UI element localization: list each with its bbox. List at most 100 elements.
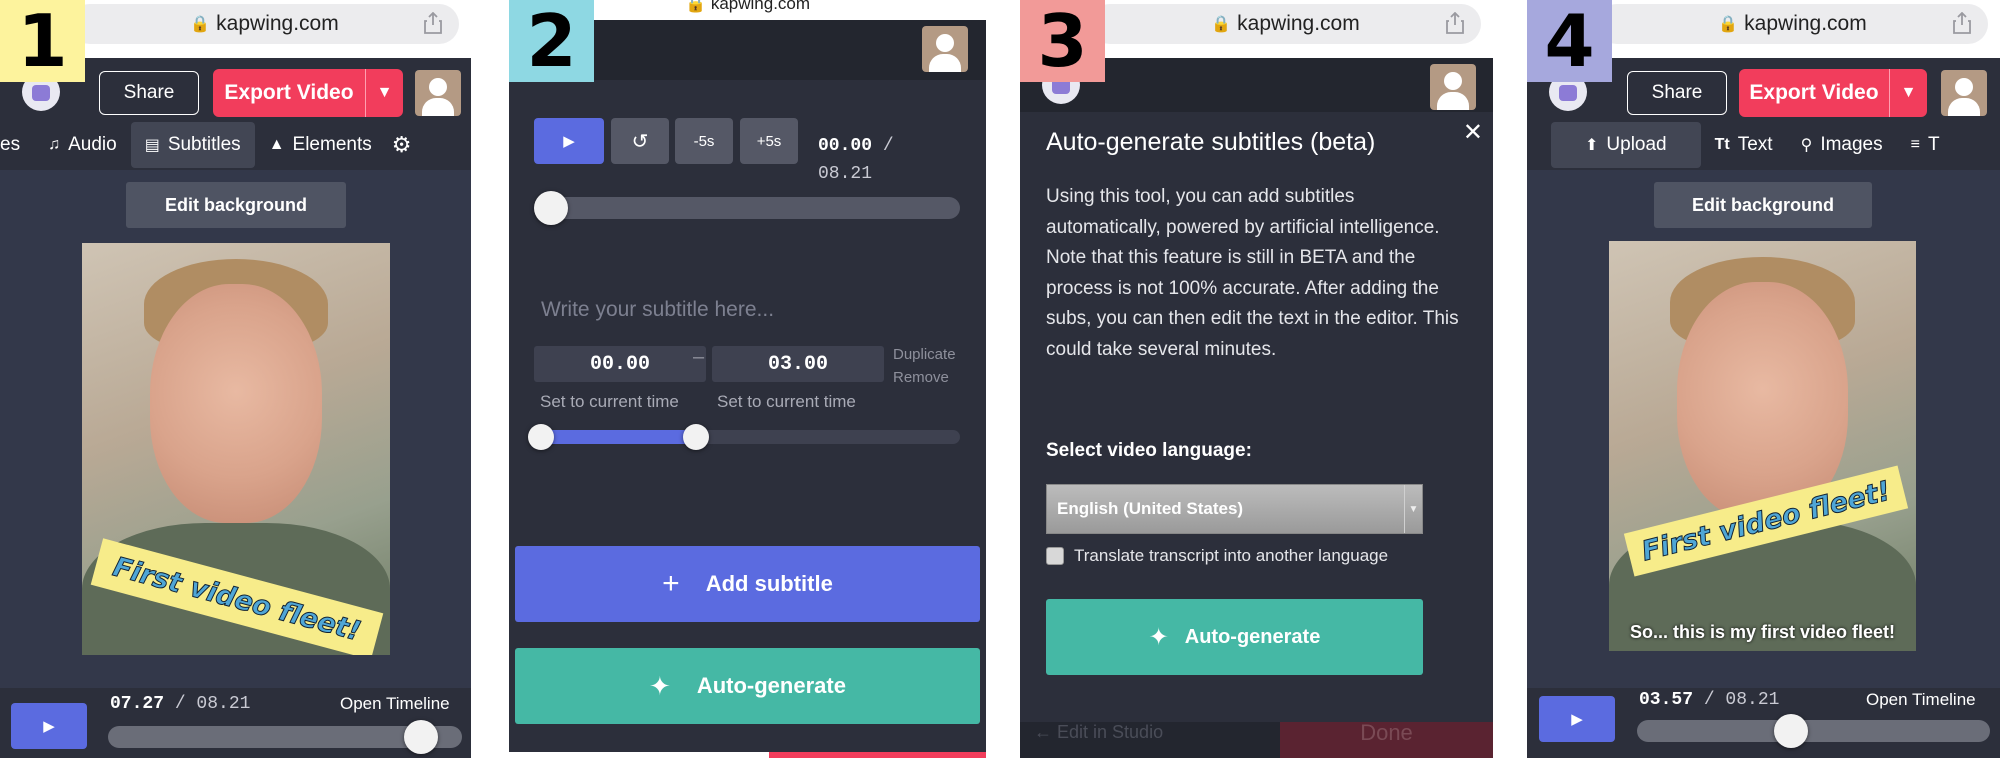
plus-5s-button[interactable]: +5s — [740, 118, 798, 164]
video-preview[interactable]: First video fleet! — [82, 243, 390, 655]
tab-elements[interactable]: ▲ Elements — [255, 122, 386, 168]
user-avatar[interactable] — [1430, 64, 1476, 110]
panel-1: 🔒 kapwing.com 1 Share Export Video ▼ es … — [0, 0, 471, 758]
auto-generate-button[interactable]: ✦ Auto-generate — [515, 648, 980, 724]
add-subtitle-button[interactable]: + Add subtitle — [515, 546, 980, 622]
step-badge: 1 — [0, 0, 85, 83]
step-badge: 4 — [1527, 0, 1612, 83]
url-field[interactable]: 🔒 kapwing.com — [70, 4, 459, 44]
export-video-label: Export Video — [1749, 81, 1879, 104]
edit-in-studio-button: ← Edit in Studio — [1034, 722, 1164, 742]
auto-generate-button[interactable]: ✦ Auto-generate — [1046, 599, 1423, 675]
chevron-down-icon[interactable]: ▼ — [365, 69, 403, 117]
end-time-field[interactable]: 03.00 — [712, 346, 884, 382]
language-select[interactable]: English (United States) ▼ — [1046, 484, 1423, 534]
range-end-handle[interactable] — [683, 424, 710, 450]
step-badge: 3 — [1020, 0, 1105, 83]
export-video-label: Export Video — [224, 81, 354, 104]
chevron-down-icon: ▼ — [1404, 485, 1422, 533]
browser-share-icon[interactable] — [1445, 12, 1465, 34]
panel-2: 🔒 kapwing.com 2 ▶ ↺ -5s +5s 00.00 /08.21… — [509, 0, 986, 758]
video-canvas-area: Edit background First video fleet! So...… — [1527, 170, 2000, 688]
url-text: kapwing.com — [216, 12, 339, 35]
share-button[interactable]: Share — [1627, 71, 1727, 115]
set-start-to-current[interactable]: Set to current time — [540, 392, 679, 412]
minus-5s-button[interactable]: -5s — [675, 118, 733, 164]
timeline-handle[interactable] — [1773, 714, 1808, 748]
magic-wand-icon: ✦ — [649, 670, 671, 701]
tab-audio[interactable]: ♫ Audio — [34, 122, 131, 168]
video-preview[interactable]: First video fleet! So... this is my firs… — [1609, 241, 1916, 651]
edit-background-button[interactable]: Edit background — [1654, 182, 1872, 228]
user-avatar[interactable] — [415, 70, 461, 116]
timeline-handle[interactable] — [404, 720, 439, 754]
panel-4: 🔒 kapwing.com 4 Share Export Video ▼ ⬆ Up… — [1527, 0, 2000, 758]
tab-text[interactable]: Tt Text — [1701, 122, 1787, 168]
step-badge: 2 — [509, 0, 594, 83]
tab-upload[interactable]: ⬆ Upload — [1551, 122, 1701, 168]
editor-tabs: es ♫ Audio ▤ Subtitles ▲ Elements ⚙ — [0, 120, 471, 170]
modal-title: Auto-generate subtitles (beta) — [1046, 128, 1376, 156]
edit-background-button[interactable]: Edit background — [126, 182, 346, 228]
subtitles-icon: ▤ — [144, 137, 160, 154]
duplicate-link[interactable]: Duplicate — [893, 346, 956, 363]
open-timeline-link[interactable]: Open Timeline — [340, 694, 450, 714]
remove-link[interactable]: Remove — [893, 369, 949, 386]
playback-bar: ▶ 07.27 / 08.21 Open Timeline — [0, 688, 471, 758]
lock-icon: 🔒 — [1718, 16, 1739, 33]
user-avatar[interactable] — [922, 26, 968, 72]
auto-generate-modal: Auto-generate subtitles (beta) ✕ Using t… — [1020, 112, 1493, 724]
range-start-handle[interactable] — [528, 424, 554, 450]
translate-option[interactable]: Translate transcript into another langua… — [1046, 546, 1388, 566]
modal-description: Using this tool, you can add subtitles a… — [1046, 186, 1459, 360]
playback-bar: ▶ 03.57 / 08.21 Open Timeline — [1527, 688, 2000, 758]
search-icon: ⚲ — [1800, 137, 1813, 154]
text-icon: Tt — [1714, 136, 1730, 153]
browser-share-icon[interactable] — [423, 12, 443, 34]
open-timeline-link[interactable]: Open Timeline — [1866, 690, 1976, 710]
start-time-field[interactable]: 00.00 — [534, 346, 706, 382]
reset-button[interactable]: ↺ — [611, 118, 669, 164]
play-button[interactable]: ▶ — [534, 118, 604, 164]
time-readout: 00.00 /08.21 — [818, 136, 894, 184]
magic-wand-icon: ✦ — [1148, 623, 1169, 651]
set-end-to-current[interactable]: Set to current time — [717, 392, 856, 412]
playhead-scrubber[interactable] — [534, 197, 960, 219]
bottom-edge-red — [769, 752, 986, 758]
subtitle-text-input[interactable]: Write your subtitle here... — [541, 298, 774, 322]
tab-partial[interactable]: es — [0, 122, 34, 168]
tab-images[interactable]: ⚲ Images — [1787, 122, 1897, 168]
play-button[interactable]: ▶ — [11, 703, 87, 749]
export-video-button[interactable]: Export Video ▼ — [213, 69, 403, 117]
done-button: Done — [1280, 722, 1493, 758]
tab-subtitles[interactable]: ▤ Subtitles — [130, 122, 255, 168]
plus-icon: + — [662, 567, 680, 600]
subtitle-caption[interactable]: So... this is my first video fleet! — [1609, 622, 1916, 643]
subtitle-range-fill — [535, 430, 703, 444]
timeline-scrubber[interactable] — [1637, 720, 1990, 742]
shapes-icon: ▲ — [268, 136, 285, 153]
url-text: kapwing.com — [1237, 12, 1360, 35]
browser-share-icon[interactable] — [1952, 12, 1972, 34]
translate-checkbox[interactable] — [1046, 547, 1064, 565]
tab-partial[interactable]: ≡ T — [1897, 122, 1954, 168]
playhead-handle[interactable] — [534, 191, 568, 225]
language-label: Select video language: — [1046, 440, 1252, 461]
video-canvas-area: Edit background First video fleet! — [0, 170, 471, 688]
time-readout: 07.27 / 08.21 — [110, 694, 251, 714]
panel-3: 🔒 kapwing.com 3 Auto-generate subtitles … — [1020, 0, 1493, 758]
gear-icon[interactable]: ⚙ — [386, 122, 412, 168]
upload-icon: ⬆ — [1585, 137, 1599, 154]
music-note-icon: ♫ — [48, 136, 61, 153]
chevron-down-icon[interactable]: ▼ — [1889, 69, 1927, 117]
list-icon: ≡ — [1910, 136, 1920, 153]
url-field[interactable]: 🔒 kapwing.com — [1597, 4, 1988, 44]
user-avatar[interactable] — [1941, 70, 1987, 116]
share-button[interactable]: Share — [99, 71, 199, 115]
export-video-button[interactable]: Export Video ▼ — [1739, 69, 1927, 117]
obscured-footer: ← Edit in Studio Done — [1020, 722, 1493, 758]
url-field[interactable]: 🔒 kapwing.com — [1090, 4, 1481, 44]
play-button[interactable]: ▶ — [1539, 696, 1615, 742]
close-icon[interactable]: ✕ — [1463, 118, 1483, 147]
lock-icon: 🔒 — [1211, 16, 1232, 33]
